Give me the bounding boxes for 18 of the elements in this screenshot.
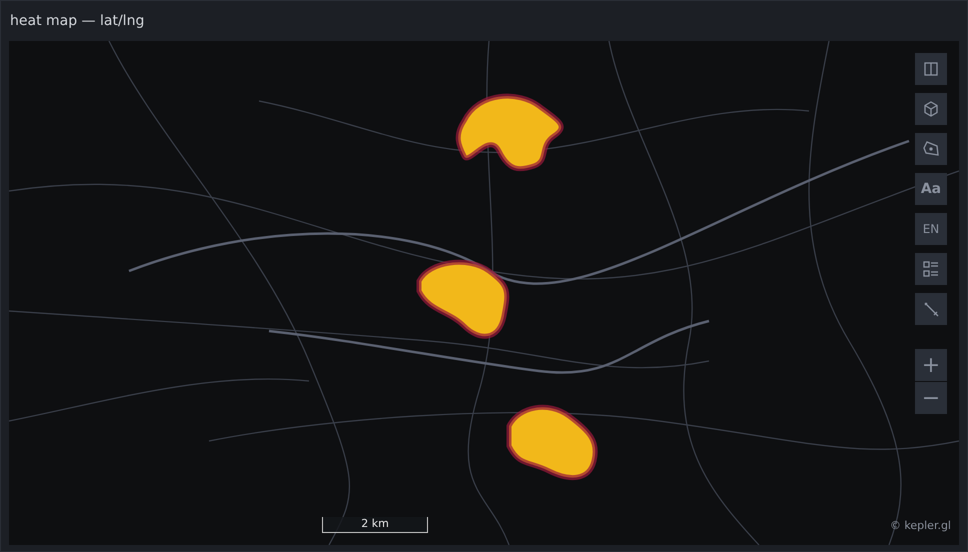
pencil-icon — [922, 300, 940, 318]
scale-bar: 2 km — [322, 517, 428, 533]
pencil-button[interactable] — [915, 293, 947, 325]
map-control-button[interactable]: Aa — [915, 173, 947, 205]
attribution-link[interactable]: © kepler.gl — [890, 518, 951, 532]
list-icon — [922, 260, 940, 278]
legend-button[interactable] — [915, 253, 947, 285]
cube-icon — [923, 101, 939, 117]
zoom-in-button[interactable]: + — [915, 349, 947, 381]
draw-button[interactable] — [915, 133, 947, 165]
split-button[interactable] — [915, 53, 947, 85]
cube-button[interactable] — [915, 93, 947, 125]
panel-title: heat map — lat/lng — [10, 13, 144, 29]
map-control-button[interactable]: EN — [915, 213, 947, 245]
map-canvas[interactable]: Aa EN + − 2 km © kepler.gl — [9, 41, 959, 545]
book-icon — [923, 61, 939, 77]
polygon-icon — [922, 140, 940, 158]
zoom-out-button[interactable]: − — [915, 382, 947, 414]
